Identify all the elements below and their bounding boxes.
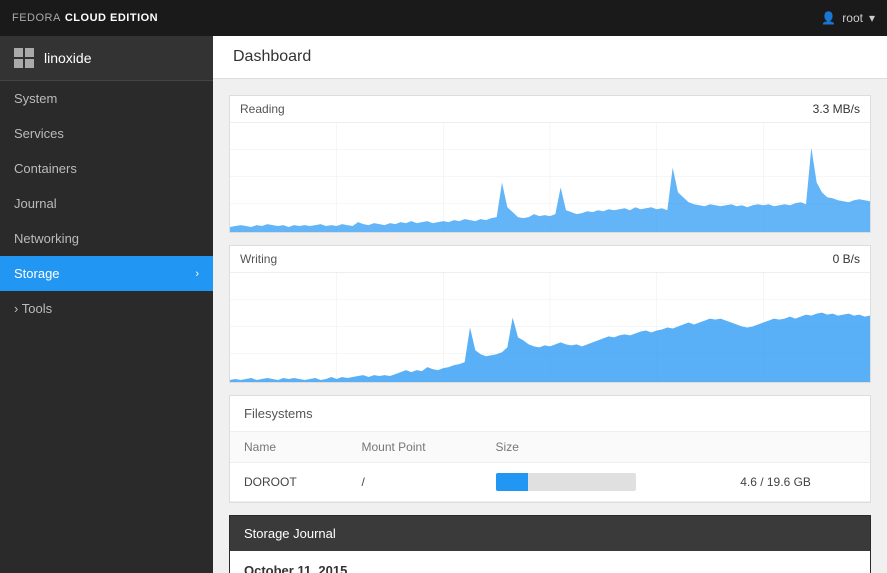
page-title: Dashboard [213,36,887,79]
sidebar-item-containers[interactable]: Containers [0,151,213,186]
sidebar-label-tools: › Tools [14,301,52,316]
col-mount-point: Mount Point [347,432,481,463]
main-layout: linoxide System Services Containers Jour… [0,36,887,573]
topbar: FEDORA CLOUD EDITION 👤 root ▾ [0,0,887,36]
brand: FEDORA CLOUD EDITION [12,12,158,24]
writing-chart-canvas [230,272,870,382]
fs-name: DOROOT [230,463,347,502]
filesystems-title: Filesystems [230,396,870,432]
progress-bar-wrap [496,473,636,491]
col-size: Size [482,432,727,463]
user-menu[interactable]: 👤 root ▾ [821,11,875,25]
app-name: linoxide [44,50,91,66]
reading-chart-canvas [230,122,870,232]
user-icon: 👤 [821,11,836,25]
sidebar-header[interactable]: linoxide [0,36,213,81]
col-size-value [726,432,870,463]
reading-chart-header: Reading 3.3 MB/s [230,96,870,122]
fs-size-bar [482,463,727,502]
size-cell [496,473,713,491]
tools-expand-icon: › [14,301,18,316]
writing-chart-header: Writing 0 B/s [230,246,870,272]
cloud-edition-label: CLOUD EDITION [65,12,158,24]
fs-mount-point: / [347,463,481,502]
sidebar-item-services[interactable]: Services [0,116,213,151]
table-row: DOROOT / 4.6 / 19.6 GB [230,463,870,502]
fedora-label: FEDORA [12,12,61,24]
storage-journal-section: Storage Journal October 11, 2015 [229,515,871,573]
reading-chart-section: Reading 3.3 MB/s [229,95,871,233]
filesystems-table: Name Mount Point Size DOROOT / [230,432,870,502]
chevron-right-icon: › [195,268,199,280]
sidebar-item-networking[interactable]: Networking [0,221,213,256]
storage-journal-body: October 11, 2015 [230,551,870,573]
sidebar-label-services: Services [14,126,64,141]
storage-journal-title: Storage Journal [230,516,870,551]
sidebar-item-tools[interactable]: › Tools [0,291,213,326]
writing-label: Writing [240,252,277,266]
filesystems-section: Filesystems Name Mount Point Size DOROOT [229,395,871,503]
content-body: Reading 3.3 MB/s [213,79,887,573]
sidebar-label-journal: Journal [14,196,57,211]
journal-date: October 11, 2015 [244,563,856,573]
col-name: Name [230,432,347,463]
grid-icon [14,48,34,68]
sidebar-item-journal[interactable]: Journal [0,186,213,221]
sidebar-item-system[interactable]: System [0,81,213,116]
sidebar-label-containers: Containers [14,161,77,176]
sidebar-label-networking: Networking [14,231,79,246]
writing-value: 0 B/s [833,252,860,266]
reading-value: 3.3 MB/s [813,102,860,116]
user-dropdown-icon: ▾ [869,11,875,25]
sidebar-label-system: System [14,91,57,106]
sidebar: linoxide System Services Containers Jour… [0,36,213,573]
fs-size-label: 4.6 / 19.6 GB [726,463,870,502]
progress-bar-fill [496,473,528,491]
sidebar-item-storage[interactable]: Storage › [0,256,213,291]
reading-label: Reading [240,102,285,116]
writing-chart-section: Writing 0 B/s [229,245,871,383]
sidebar-label-storage: Storage [14,266,60,281]
content-area: Dashboard Reading 3.3 MB/s [213,36,887,573]
username-label: root [842,11,863,25]
